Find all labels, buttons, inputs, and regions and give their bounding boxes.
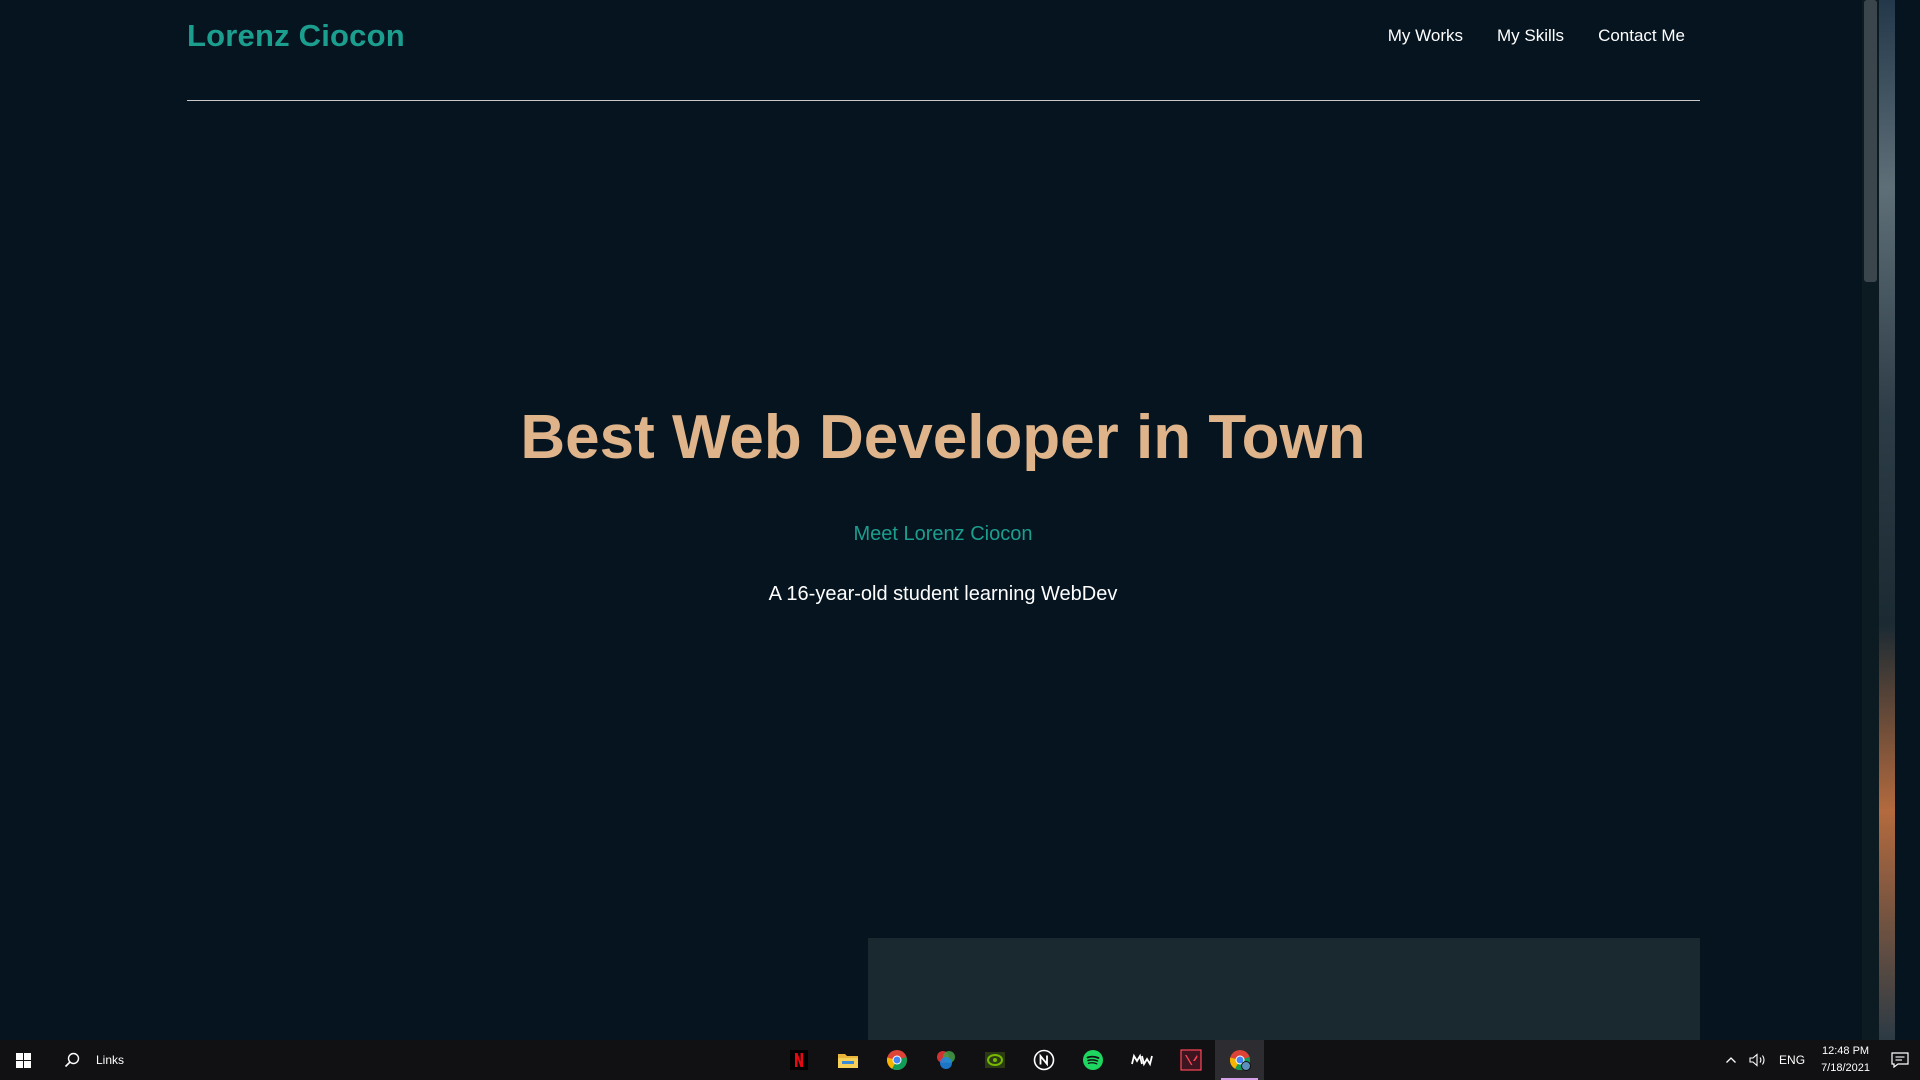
taskbar-app-mw[interactable] <box>1117 1040 1166 1080</box>
scrollbar-thumb[interactable] <box>1864 0 1877 282</box>
valorant-icon <box>1179 1049 1202 1071</box>
volume-icon <box>1749 1053 1765 1067</box>
nav-my-skills[interactable]: My Skills <box>1497 26 1564 46</box>
search-button[interactable] <box>46 1040 98 1080</box>
taskbar-app-spotify[interactable] <box>1068 1040 1117 1080</box>
volume-button[interactable] <box>1743 1053 1773 1067</box>
hero-description: A 16-year-old student learning WebDev <box>768 583 1118 605</box>
notion-icon <box>1033 1049 1054 1071</box>
system-tray: ENG 12:48 PM 7/18/2021 <box>1719 1040 1920 1080</box>
browser-viewport: Lorenz Ciocon My Works My Skills Contact… <box>0 0 1895 1040</box>
taskbar-app-valorant[interactable] <box>1166 1040 1215 1080</box>
page-scrollbar[interactable] <box>1862 0 1879 1040</box>
mw-app-icon <box>1130 1053 1153 1067</box>
notification-icon <box>1891 1052 1909 1068</box>
search-icon <box>64 1052 80 1068</box>
chrome-icon <box>886 1050 907 1071</box>
windows-taskbar: Links ENG 12:48 PM 7/18/2021 <box>0 1040 1920 1080</box>
spotify-icon <box>1082 1050 1103 1070</box>
language-indicator[interactable]: ENG <box>1773 1053 1811 1067</box>
taskbar-app-netflix[interactable] <box>774 1040 823 1080</box>
windows-logo-icon <box>15 1052 31 1068</box>
color-wheel-icon <box>936 1051 955 1069</box>
desktop-wallpaper-edge <box>1879 0 1895 1040</box>
clock-date: 7/18/2021 <box>1821 1062 1870 1074</box>
nav-contact-me[interactable]: Contact Me <box>1598 26 1685 46</box>
taskbar-clock[interactable]: 12:48 PM 7/18/2021 <box>1811 1043 1880 1077</box>
taskbar-search-label[interactable]: Links <box>96 1053 156 1067</box>
taskbar-app-notion[interactable] <box>1019 1040 1068 1080</box>
start-button[interactable] <box>0 1040 46 1080</box>
nvidia-icon <box>984 1052 1005 1068</box>
header-divider <box>187 100 1700 101</box>
show-hidden-icons-button[interactable] <box>1719 1054 1743 1066</box>
taskbar-app-color-wheel[interactable] <box>921 1040 970 1080</box>
taskbar-app-nvidia[interactable] <box>970 1040 1019 1080</box>
file-explorer-icon <box>837 1054 858 1068</box>
chevron-up-icon <box>1726 1057 1737 1063</box>
taskbar-pinned-apps <box>774 1040 1264 1080</box>
next-section-panel <box>868 938 1700 1040</box>
action-center-button[interactable] <box>1880 1040 1920 1080</box>
nav-my-works[interactable]: My Works <box>1388 26 1463 46</box>
taskbar-app-chrome-profile[interactable] <box>1215 1040 1264 1080</box>
clock-time: 12:48 PM <box>1821 1045 1870 1057</box>
chrome-profile-icon <box>1229 1050 1251 1071</box>
hero-title: Best Web Developer in Town <box>520 403 1366 472</box>
taskbar-app-file-explorer[interactable] <box>823 1040 872 1080</box>
site-brand[interactable]: Lorenz Ciocon <box>187 18 405 54</box>
site-nav: My Works My Skills Contact Me <box>1388 26 1685 46</box>
taskbar-app-chrome[interactable] <box>872 1040 921 1080</box>
netflix-icon <box>789 1050 808 1070</box>
hero-subtitle: Meet Lorenz Ciocon <box>853 523 1033 545</box>
